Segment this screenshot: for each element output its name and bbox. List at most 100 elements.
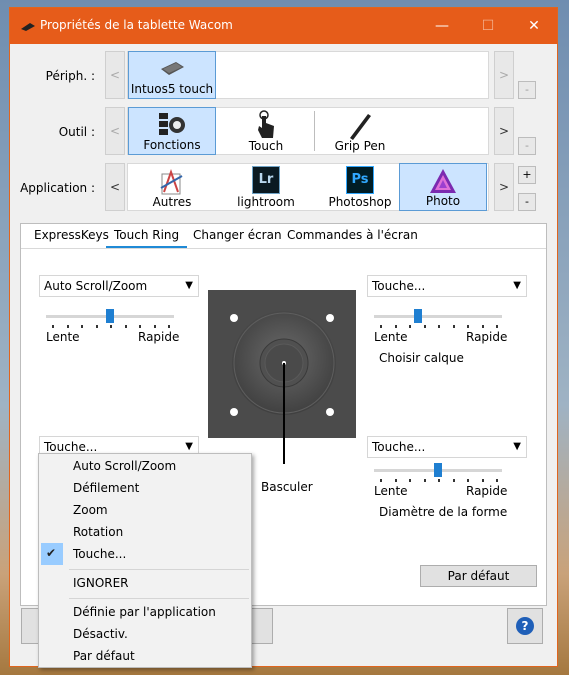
window-title: Propriétés de la tablette Wacom — [40, 18, 233, 32]
menu-item-desactiv[interactable]: Désactiv. — [39, 623, 251, 645]
menu-item-par-defaut[interactable]: Par défaut — [39, 645, 251, 667]
function-caption-top-right: Choisir calque — [379, 351, 464, 365]
remove-device-button[interactable]: - — [518, 81, 536, 99]
slider-tick — [81, 325, 83, 328]
tab-expresskeys[interactable]: ExpressKeys — [26, 224, 117, 248]
tablet-icon — [161, 62, 184, 75]
tab-changer-ecran[interactable]: Changer écran — [185, 224, 290, 248]
tab-touch-ring[interactable]: Touch Ring — [106, 224, 188, 248]
menu-item-touche[interactable]: Touche... — [39, 543, 251, 565]
app-tile-photoshop[interactable]: Ps Photoshop — [316, 163, 404, 211]
tool-tile-grip-pen[interactable]: Grip Pen — [316, 107, 404, 155]
slider-tick — [394, 479, 397, 482]
menu-item-auto-scroll-zoom[interactable]: Auto Scroll/Zoom — [39, 455, 251, 477]
tool-tile-touch[interactable]: Touch — [222, 107, 310, 155]
dropdown-value: Auto Scroll/Zoom — [44, 279, 148, 293]
chevron-down-icon: ▼ — [185, 280, 193, 291]
tool-tile-fonctions[interactable]: Fonctions — [128, 107, 216, 155]
slider-tick — [380, 479, 382, 482]
slider-tick — [423, 479, 426, 482]
app-tile-autres[interactable]: Autres — [128, 163, 216, 211]
tab-commandes-ecran[interactable]: Commandes à l'écran — [279, 224, 426, 248]
photoshop-icon: Ps — [346, 166, 374, 194]
slider-thumb[interactable] — [434, 463, 442, 477]
chevron-down-icon: ▼ — [513, 441, 521, 452]
close-button[interactable]: ✕ — [511, 8, 557, 44]
menu-item-rotation[interactable]: Rotation — [39, 521, 251, 543]
app-scroll-right[interactable]: > — [494, 163, 514, 211]
other-apps-icon — [160, 168, 183, 195]
ring-mode-dropdown-top-right[interactable]: Touche... ▼ — [367, 275, 527, 297]
slider-tick — [409, 479, 411, 482]
device-tile-label: Intuos5 touch — [130, 82, 214, 96]
wacom-pen-icon — [21, 23, 35, 31]
dropdown-value: Touche... — [372, 440, 426, 454]
slider-tick — [438, 325, 440, 328]
add-application-button[interactable]: + — [518, 166, 536, 184]
device-tile-intuos5[interactable]: Intuos5 touch — [128, 51, 216, 99]
dropdown-value: Touche... — [372, 279, 426, 293]
slider-tick — [452, 325, 455, 328]
remove-application-button[interactable]: - — [518, 193, 536, 211]
app-tile-label: Autres — [152, 195, 192, 209]
help-button[interactable]: ? — [507, 608, 543, 644]
ring-mode-dropdown-bottom-right[interactable]: Touche... ▼ — [367, 436, 527, 458]
slider-tick — [496, 479, 498, 482]
remove-tool-button[interactable]: - — [518, 137, 536, 155]
default-button[interactable]: Par défaut — [420, 565, 537, 587]
touch-ring-icon — [230, 311, 336, 438]
slider-tick — [380, 325, 382, 328]
slider-thumb[interactable] — [106, 309, 114, 323]
slider-tick — [496, 325, 498, 328]
slider-tick — [168, 325, 170, 328]
menu-item-defilement[interactable]: Défilement — [39, 477, 251, 499]
slider-tick — [481, 325, 484, 328]
slow-label: Lente — [46, 330, 80, 344]
app-scroll-left[interactable]: < — [105, 163, 125, 211]
maximize-button[interactable]: ☐ — [465, 8, 511, 44]
tool-scroll-left[interactable]: < — [105, 107, 125, 155]
tool-row-label: Outil : — [58, 125, 95, 139]
touch-hand-icon — [258, 110, 274, 138]
slider-tick — [139, 325, 141, 328]
menu-separator — [69, 569, 249, 570]
pen-icon — [350, 114, 371, 140]
tool-scroll-right[interactable]: > — [494, 107, 514, 155]
ring-mode-dropdown-top-left[interactable]: Auto Scroll/Zoom ▼ — [39, 275, 199, 297]
slider-tick — [467, 479, 469, 482]
slider-thumb[interactable] — [414, 309, 423, 323]
slider-tick — [423, 325, 426, 328]
dropdown-value: Touche... — [44, 440, 98, 454]
menu-item-ignorer[interactable]: IGNORER — [39, 572, 251, 594]
menu-separator — [69, 598, 249, 599]
slider-track — [374, 315, 502, 318]
device-scroll-right[interactable]: > — [494, 51, 514, 99]
center-button-label: Basculer — [261, 480, 313, 494]
device-scroll-left[interactable]: < — [105, 51, 125, 99]
application-row-label: Application : — [20, 181, 95, 195]
slow-label: Lente — [374, 330, 408, 344]
app-tile-label: Photoshop — [328, 195, 392, 209]
app-tile-label: Photo — [425, 194, 461, 208]
slider-tick — [66, 325, 69, 328]
menu-item-definie-par-application[interactable]: Définie par l'application — [39, 601, 251, 623]
slider-tick — [438, 479, 440, 482]
slider-tick — [124, 325, 127, 328]
tool-tile-label: Grip Pen — [334, 139, 386, 153]
app-tile-lightroom[interactable]: Lr lightroom — [222, 163, 310, 211]
slow-label: Lente — [374, 484, 408, 498]
center-callout-line — [283, 438, 285, 464]
app-tile-label: lightroom — [237, 195, 295, 209]
minimize-button[interactable]: — — [419, 8, 465, 44]
app-tile-photo[interactable]: Photo — [399, 163, 487, 211]
slider-tick — [394, 325, 397, 328]
function-caption-bottom-right: Diamètre de la forme — [379, 505, 508, 519]
slider-tick — [467, 325, 469, 328]
lightroom-icon: Lr — [252, 166, 280, 194]
menu-item-zoom[interactable]: Zoom — [39, 499, 251, 521]
tool-separator — [314, 111, 315, 151]
device-row-label: Périph. : — [45, 69, 95, 83]
functions-icon — [159, 113, 185, 135]
help-icon: ? — [516, 617, 534, 635]
tool-tile-label: Touch — [248, 139, 284, 153]
